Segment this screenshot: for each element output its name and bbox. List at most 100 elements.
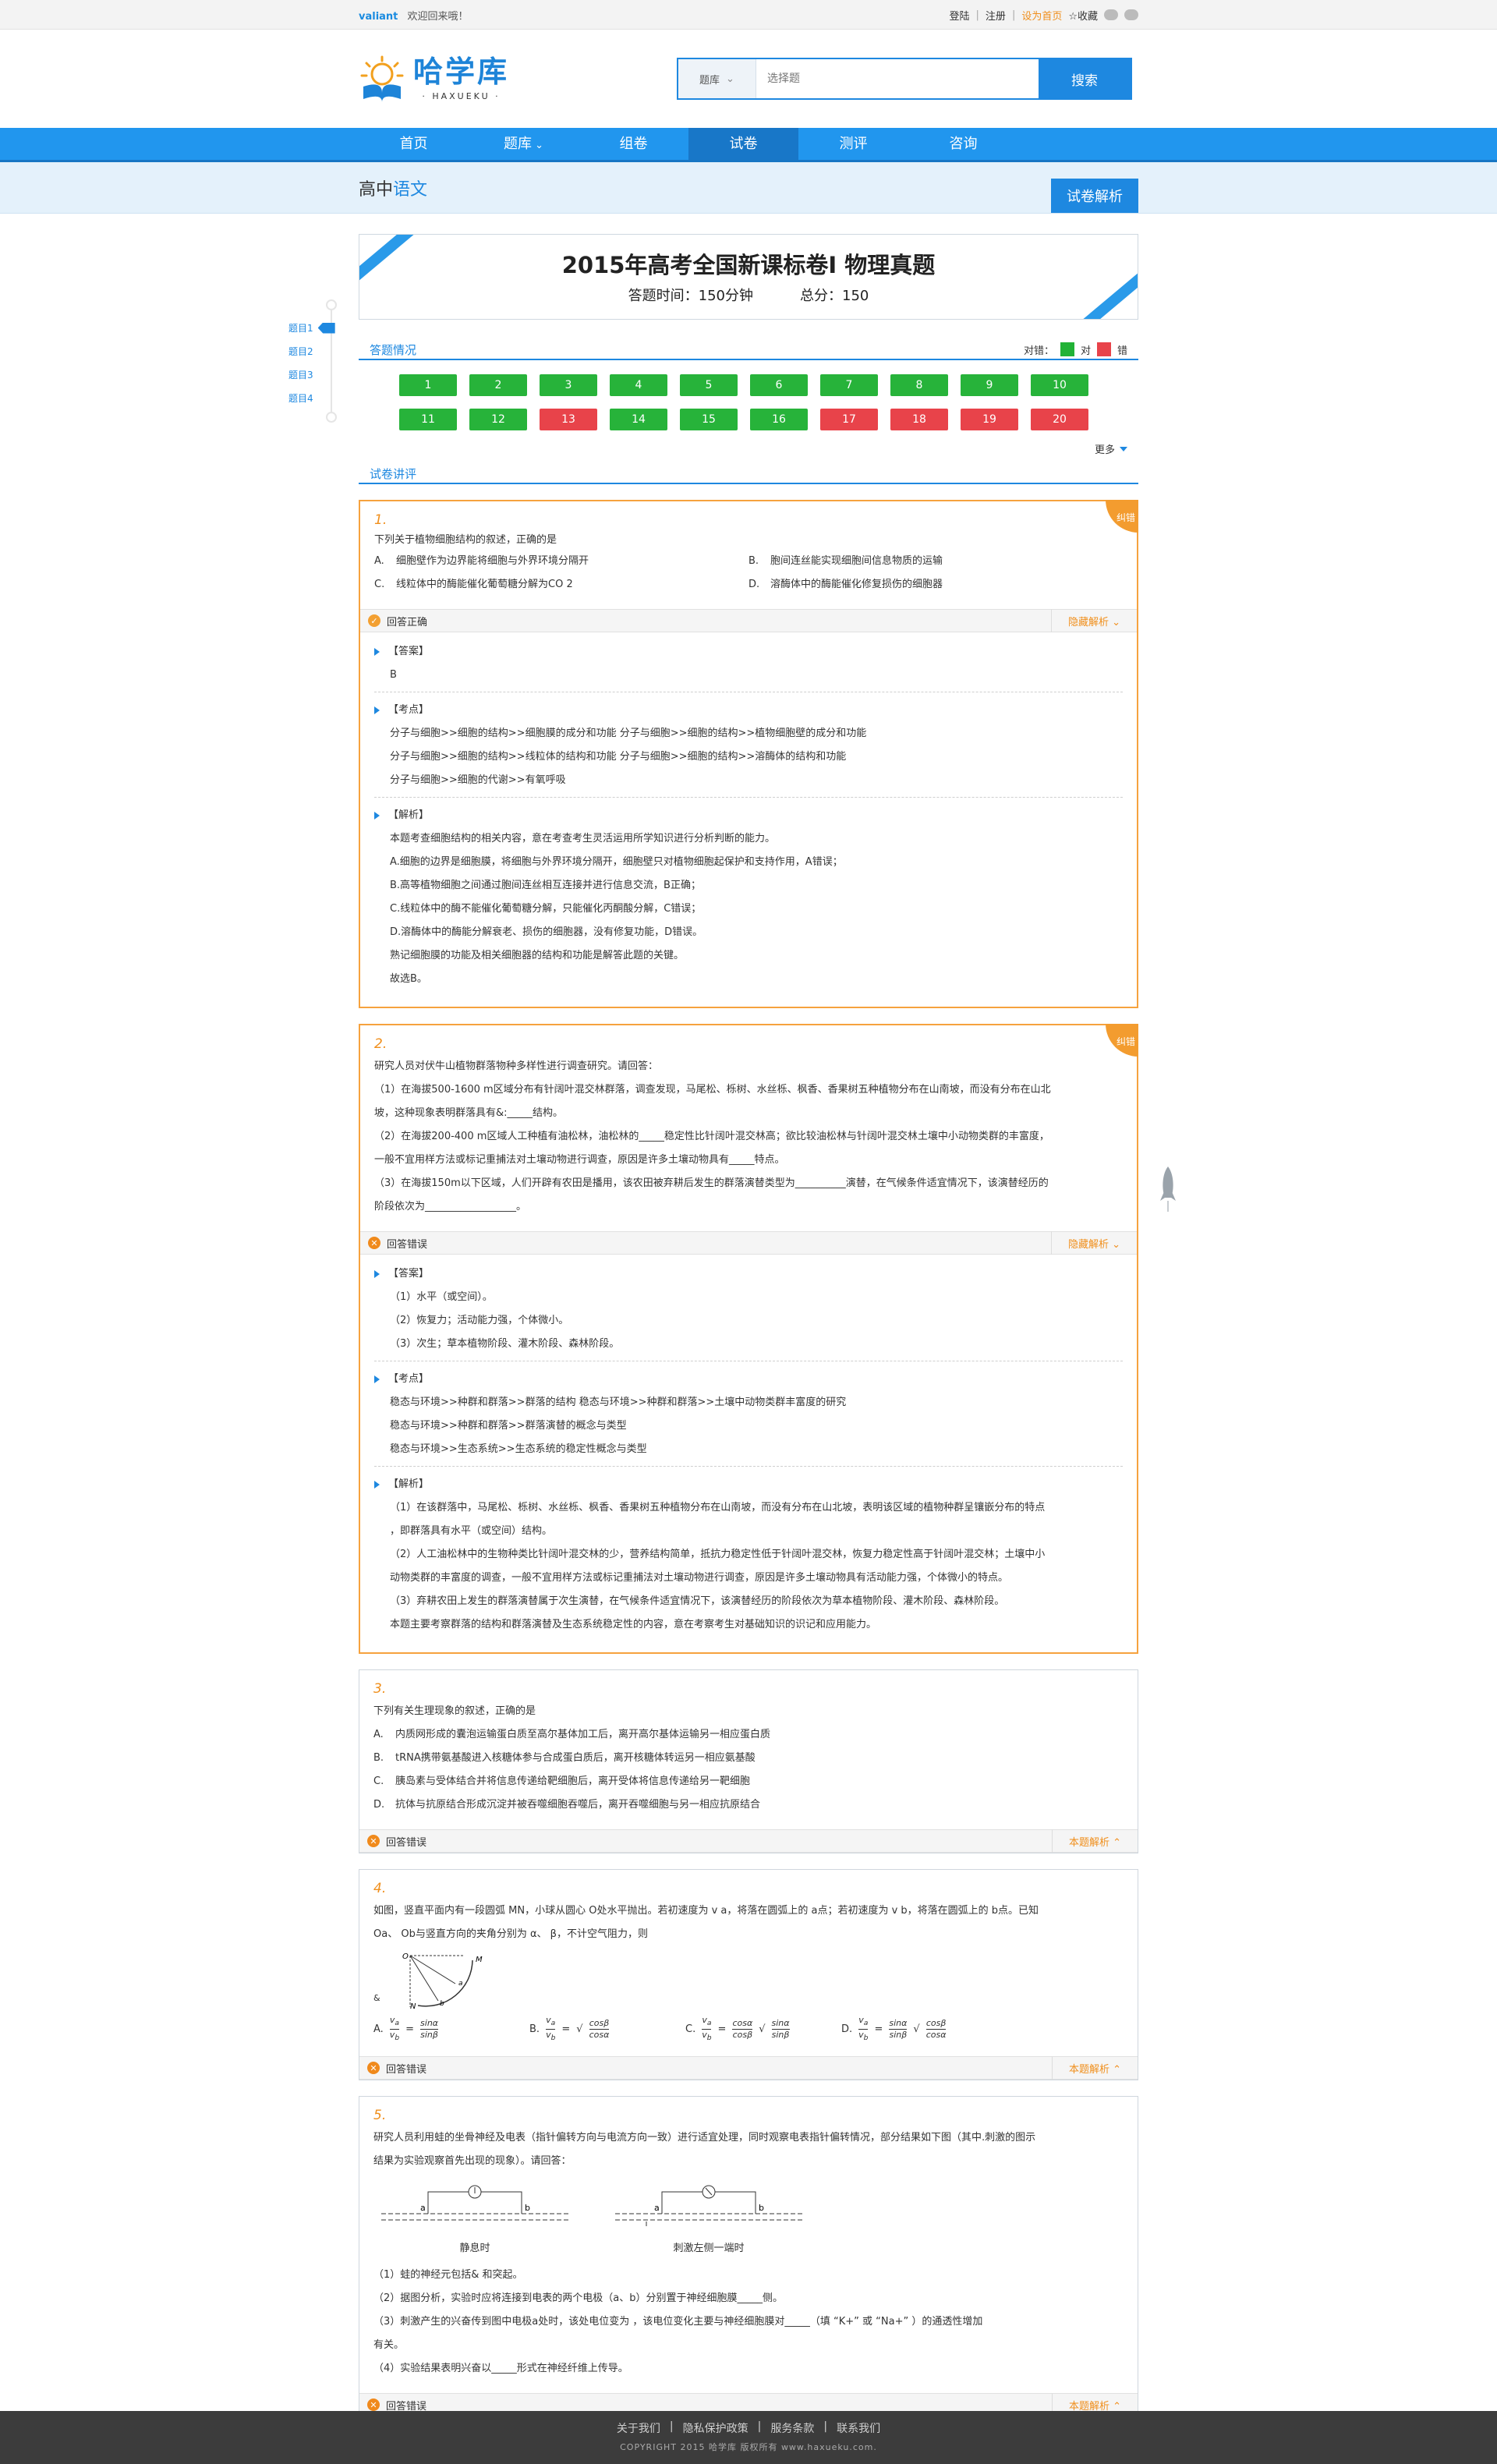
option[interactable]: A. 内质网形成的囊泡运输蛋白质至高尔基体加工后，离开高尔基体运输另一相应蛋白质 bbox=[373, 1723, 1124, 1747]
exam-title-box: 2015年高考全国新课标卷Ⅰ 物理真题 答题时间：150分钟 总分：150 bbox=[359, 234, 1138, 320]
answer-cell[interactable]: 16 bbox=[750, 409, 808, 430]
answer-cell[interactable]: 7 bbox=[820, 374, 878, 396]
svg-text:b: b bbox=[759, 2203, 764, 2213]
back-to-top-rocket-icon[interactable] bbox=[1159, 1167, 1177, 1213]
answer-cell[interactable]: 20 bbox=[1031, 409, 1088, 430]
option[interactable]: C. va vb = cosα cosβ √ sinα sinβ bbox=[685, 2015, 841, 2044]
answer-cell[interactable]: 12 bbox=[469, 409, 527, 430]
favorite-link[interactable]: ☆收藏 bbox=[1068, 8, 1098, 23]
toggle-analysis-button[interactable]: 隐藏解析 ⌄ bbox=[1051, 1231, 1137, 1255]
sidebar-item-q2[interactable]: 题目2 bbox=[288, 345, 313, 358]
top-bar: valiant 欢迎回来哦！ 登陆 | 注册 | 设为首页 ☆收藏 bbox=[0, 0, 1497, 30]
answer-cell[interactable]: 3 bbox=[540, 374, 597, 396]
answer-cell[interactable]: 14 bbox=[610, 409, 667, 430]
svg-text:M: M bbox=[476, 1956, 483, 1964]
figure-caption: 静息时 bbox=[459, 2243, 490, 2255]
answer-cell[interactable]: 6 bbox=[750, 374, 808, 396]
option[interactable]: C. 胰岛素与受体结合并将信息传递给靶细胞后，离开受体将信息传递给另一靶细胞 bbox=[373, 1770, 1124, 1793]
toggle-analysis-button[interactable]: 本题解析 ⌃ bbox=[1052, 2056, 1138, 2080]
answer-cell[interactable]: 15 bbox=[680, 409, 738, 430]
option[interactable]: B. tRNA携带氨基酸进入核糖体参与合成蛋白质后，离开核糖体转运另一相应氨基酸 bbox=[373, 1747, 1124, 1770]
search-button[interactable]: 搜索 bbox=[1039, 59, 1131, 98]
question-number: 1. bbox=[374, 512, 388, 528]
option[interactable]: A. 细胞壁作为边界能将细胞与外界环境分隔开 bbox=[374, 550, 748, 573]
nav-consult[interactable]: 咨询 bbox=[908, 128, 1018, 160]
sidebar-item-q4[interactable]: 题目4 bbox=[288, 391, 313, 405]
subject-title: 高中语文 bbox=[359, 180, 428, 200]
footer-link-about[interactable]: 关于我们 bbox=[617, 2420, 660, 2436]
option[interactable]: D. va vb = sinα sinβ √ cosβ cosα bbox=[841, 2015, 997, 2044]
stimulated-circuit-diagram: ab bbox=[615, 2185, 802, 2227]
paper-analysis-button[interactable]: 试卷解析 bbox=[1051, 179, 1138, 213]
answer-cell[interactable]: 13 bbox=[540, 409, 597, 430]
option[interactable]: B. 胞间连丝能实现细胞间信息物质的运输 bbox=[748, 550, 1123, 573]
answer-cell[interactable]: 19 bbox=[961, 409, 1018, 430]
legend-right-swatch bbox=[1060, 342, 1074, 356]
content: 2015年高考全国新课标卷Ⅰ 物理真题 答题时间：150分钟 总分：150 答题情… bbox=[359, 234, 1138, 2418]
search-input[interactable] bbox=[756, 59, 1039, 98]
option[interactable]: D. 抗体与抗原结合形成沉淀并被吞噬细胞吞噬后，离开吞噬细胞与另一相应抗原结合 bbox=[373, 1793, 1124, 1817]
question-number: 4. bbox=[373, 1881, 387, 1896]
more-button[interactable]: 更多 bbox=[359, 441, 1138, 456]
wechat-icon[interactable] bbox=[1124, 9, 1138, 20]
svg-text:b: b bbox=[440, 2000, 444, 2008]
answer-cell[interactable]: 4 bbox=[610, 374, 667, 396]
footer: 关于我们 | 隐私保护政策 | 服务条款 | 联系我们 COPYRIGHT 20… bbox=[0, 2411, 1497, 2464]
answer-cell[interactable]: 5 bbox=[680, 374, 738, 396]
chevron-down-icon: ⌄ bbox=[531, 140, 544, 151]
resting-circuit-diagram: ab bbox=[381, 2185, 568, 2221]
answer-status-bar: ✕ 回答错误 本题解析 ⌃ bbox=[359, 2056, 1138, 2080]
answer-cell[interactable]: 18 bbox=[890, 409, 948, 430]
question-card: 纠错 1. 下列关于植物细胞结构的叙述，正确的是 A. 细胞壁作为边界能将细胞与外… bbox=[359, 500, 1138, 1008]
formula-options: A. va vb = sinα sinβ B. va vb = √ cosβ cosα C. va vb =… bbox=[373, 2015, 1124, 2044]
toggle-analysis-button[interactable]: 隐藏解析 ⌄ bbox=[1051, 609, 1137, 632]
answer-cell[interactable]: 2 bbox=[469, 374, 527, 396]
sidebar-item-q3[interactable]: 题目3 bbox=[288, 368, 313, 381]
nav-papers[interactable]: 试卷 bbox=[688, 128, 798, 160]
answer-cell[interactable]: 11 bbox=[399, 409, 457, 430]
option[interactable]: C. 线粒体中的酶能催化葡萄糖分解为CO 2 bbox=[374, 573, 748, 597]
sidebar-item-q1[interactable]: 题目1 bbox=[288, 321, 335, 335]
answer-status-header: 答题情况 对错： 对 错 bbox=[359, 340, 1138, 360]
register-link[interactable]: 注册 bbox=[986, 8, 1006, 23]
nav-evaluation[interactable]: 测评 bbox=[798, 128, 908, 160]
answer-cell[interactable]: 1 bbox=[399, 374, 457, 396]
answer-status-bar: ✕ 回答错误 本题解析 ⌃ bbox=[359, 1829, 1138, 1853]
answer-grid: 1 2 3 4 5 6 7 8 9 10 11 12 13 14 15 16 17 18 19 20 bbox=[359, 360, 1092, 430]
copyright: COPYRIGHT 2015 哈学库 版权所有 www.haxueku.com. bbox=[620, 2442, 877, 2452]
answer-cell[interactable]: 10 bbox=[1031, 374, 1088, 396]
username[interactable]: valiant bbox=[359, 11, 398, 23]
nav-home[interactable]: 首页 bbox=[359, 128, 469, 160]
analysis-panel: 【答案】 （1）水平（或空间）。 （2）恢复力；活动能力强，个体微小。 （3）次… bbox=[360, 1255, 1137, 1652]
footer-link-contact[interactable]: 联系我们 bbox=[837, 2420, 880, 2436]
weibo-icon[interactable] bbox=[1104, 9, 1118, 20]
option[interactable]: B. va vb = √ cosβ cosα bbox=[529, 2015, 685, 2044]
question-card: 3. 下列有关生理现象的叙述，正确的是 A. 内质网形成的囊泡运输蛋白质至高尔基体… bbox=[359, 1669, 1138, 1853]
close-icon: ✕ bbox=[367, 2062, 380, 2075]
arc-diagram: O M N a b bbox=[402, 1952, 483, 2010]
nav-question-bank[interactable]: 题库 ⌄ bbox=[469, 128, 579, 160]
option[interactable]: A. va vb = sinα sinβ bbox=[373, 2015, 529, 2044]
section-title: 答题情况 bbox=[370, 342, 417, 357]
answer-cell[interactable]: 8 bbox=[890, 374, 948, 396]
analysis-panel: 【答案】 B 【考点】 分子与细胞>>细胞的结构>>细胞膜的成分和功能 分子与细… bbox=[360, 632, 1137, 1007]
answer-cell[interactable]: 9 bbox=[961, 374, 1018, 396]
check-icon: ✓ bbox=[368, 614, 380, 627]
question-card: 4. 如图，竖直平面内有一段圆弧 MN，小球从圆心 O处水平抛出。若初速度为 v… bbox=[359, 1869, 1138, 2081]
logo[interactable]: 哈学库 · HAXUEKU · bbox=[359, 54, 625, 104]
welcome-area: valiant 欢迎回来哦！ bbox=[359, 8, 469, 23]
footer-link-terms[interactable]: 服务条款 bbox=[770, 2420, 814, 2436]
question-number: 2. bbox=[374, 1036, 388, 1052]
toggle-analysis-button[interactable]: 本题解析 ⌃ bbox=[1052, 1829, 1138, 1853]
option[interactable]: D. 溶酶体中的酶能催化修复损伤的细胞器 bbox=[748, 573, 1123, 597]
nav-compose[interactable]: 组卷 bbox=[579, 128, 688, 160]
exam-title: 2015年高考全国新课标卷Ⅰ 物理真题 bbox=[561, 252, 936, 278]
exam-score: 总分：150 bbox=[800, 288, 869, 304]
close-icon: ✕ bbox=[368, 1237, 380, 1249]
search-category-select[interactable]: 题库 ⌄ bbox=[678, 59, 756, 98]
footer-link-privacy[interactable]: 隐私保护政策 bbox=[683, 2420, 748, 2436]
set-home-link[interactable]: 设为首页 bbox=[1021, 8, 1062, 23]
answer-cell[interactable]: 17 bbox=[820, 409, 878, 430]
chevron-down-icon: ⌄ bbox=[726, 73, 734, 85]
login-link[interactable]: 登陆 bbox=[950, 8, 970, 23]
